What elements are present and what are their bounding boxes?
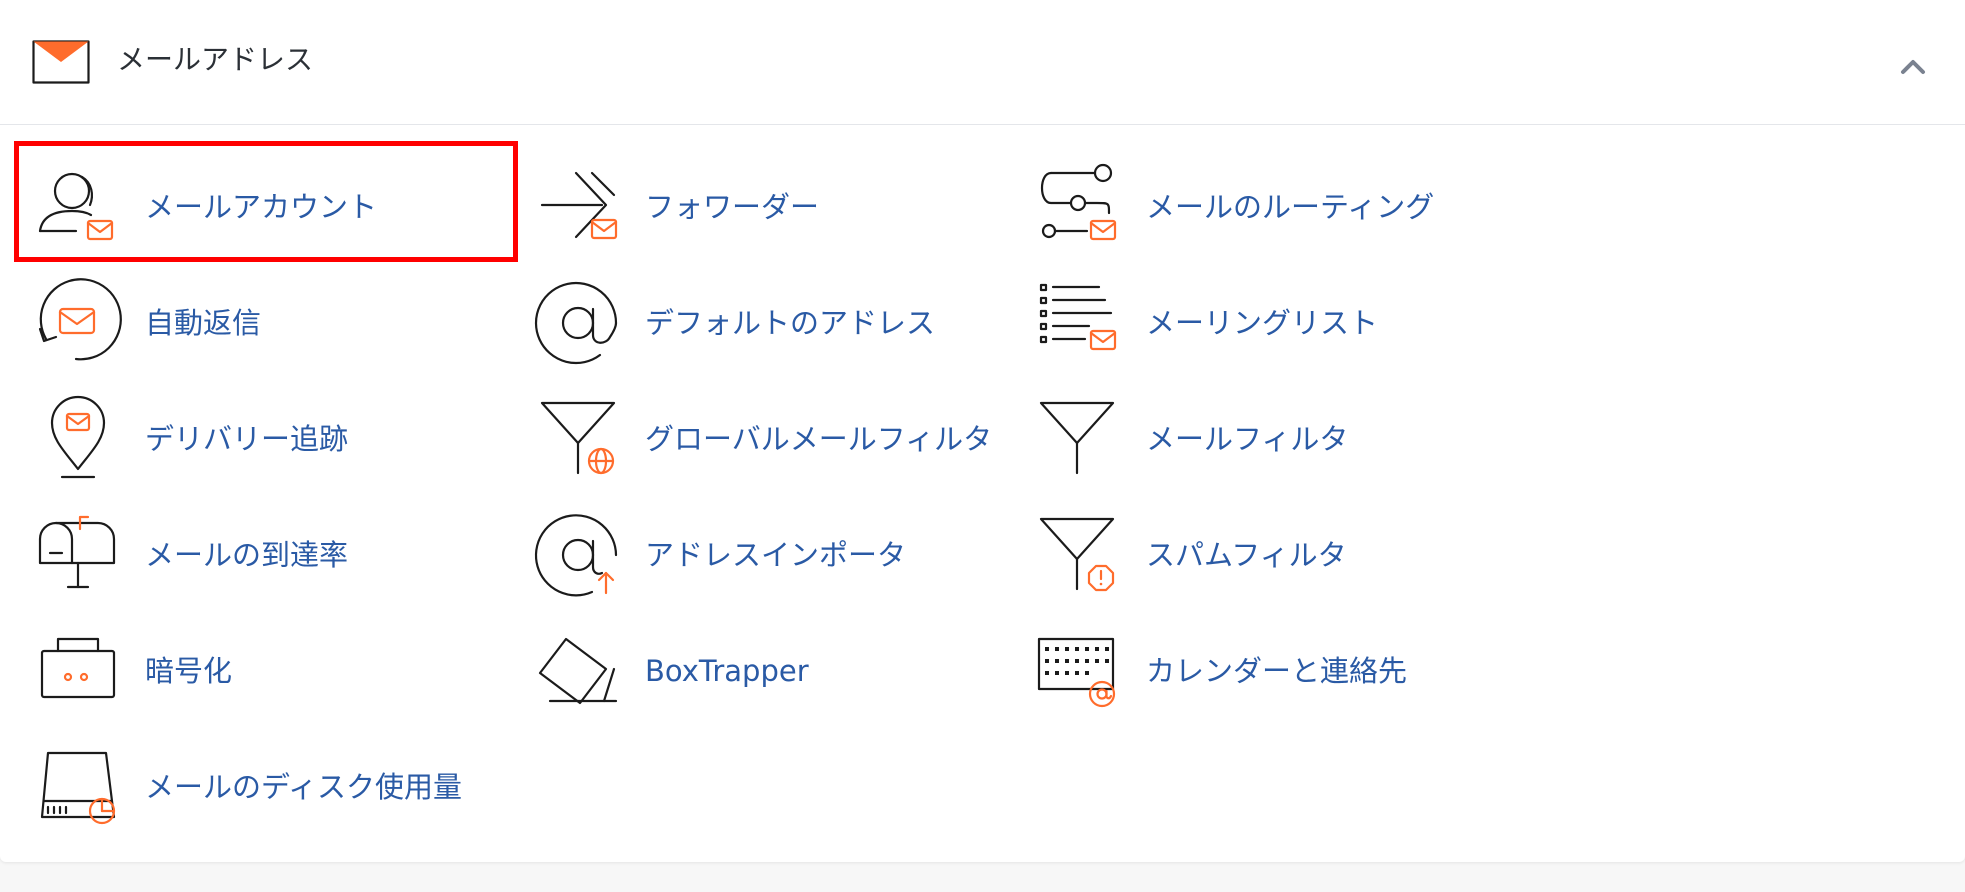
delivery-pin-icon [50, 395, 106, 479]
item-email-deliverability[interactable]: メールの到達率 [36, 513, 536, 623]
item-email-routing[interactable]: メールのルーティング [1037, 163, 1537, 275]
item-label: スパムフィルタ [1146, 538, 1347, 572]
address-import-icon [534, 514, 618, 597]
mailbox-icon [38, 515, 116, 589]
chevron-up-icon[interactable] [1895, 48, 1931, 84]
item-label: 暗号化 [145, 654, 233, 688]
item-autoresponders[interactable]: 自動返信 [36, 278, 536, 391]
item-encryption[interactable]: 暗号化 [36, 629, 536, 739]
item-label: デフォルトのアドレス [645, 306, 936, 340]
item-label: メーリングリスト [1146, 306, 1379, 340]
item-label: メールフィルタ [1146, 422, 1349, 456]
item-boxtrapper[interactable]: BoxTrapper [536, 629, 1036, 739]
forwarder-icon [540, 171, 618, 240]
item-label: メールのディスク使用量 [145, 770, 462, 804]
item-default-address[interactable]: デフォルトのアドレス [534, 281, 1036, 391]
item-global-email-filters[interactable]: グローバルメールフィルタ [536, 397, 1036, 507]
item-calendars-contacts[interactable]: カレンダーと連絡先 [1037, 629, 1537, 739]
envelope-icon [32, 40, 90, 84]
item-address-importer[interactable]: アドレスインポータ [534, 513, 1036, 623]
at-sign-icon [534, 281, 618, 365]
global-filter-icon [540, 401, 616, 475]
item-label: デリバリー追跡 [145, 422, 349, 456]
email-routing-icon [1040, 163, 1117, 241]
boxtrapper-icon [538, 637, 618, 705]
item-spam-filters[interactable]: スパムフィルタ [1037, 513, 1537, 623]
mailing-list-icon [1039, 283, 1117, 351]
item-label: カレンダーと連絡先 [1146, 654, 1408, 688]
encryption-icon [40, 637, 116, 699]
item-mailing-lists[interactable]: メーリングリスト [1037, 281, 1537, 391]
autoresponder-icon [38, 278, 122, 361]
spam-filter-icon [1039, 517, 1115, 592]
item-label: 自動返信 [145, 306, 262, 340]
email-section-panel: メールアドレス メールアカウント フォワーダー メールのルーティング 自動返信 … [0, 0, 1965, 862]
item-email-disk-usage[interactable]: メールのディスク使用量 [36, 745, 536, 855]
calendar-contacts-icon [1037, 637, 1116, 708]
item-label: BoxTrapper [645, 654, 809, 688]
section-title: メールアドレス [117, 43, 314, 76]
item-label: グローバルメールフィルタ [645, 422, 993, 456]
disk-usage-icon [40, 751, 116, 825]
section-header[interactable]: メールアドレス [0, 0, 1965, 125]
item-forwarders[interactable]: フォワーダー [536, 165, 1036, 275]
item-label: フォワーダー [645, 190, 820, 224]
filter-funnel-icon [1039, 401, 1115, 475]
item-track-delivery[interactable]: デリバリー追跡 [36, 395, 536, 507]
item-label: メールの到達率 [145, 538, 349, 572]
item-label: メールのルーティング [1146, 190, 1435, 224]
selection-highlight [14, 141, 518, 262]
item-email-filters[interactable]: メールフィルタ [1037, 397, 1537, 507]
item-label: アドレスインポータ [645, 538, 907, 572]
